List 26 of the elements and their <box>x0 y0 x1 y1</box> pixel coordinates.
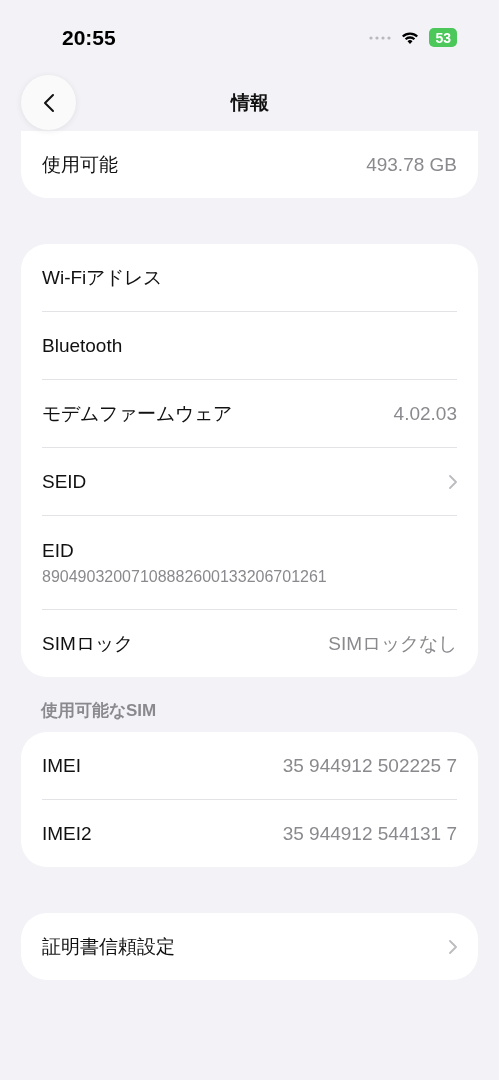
back-icon <box>42 92 55 113</box>
row-value: 35 944912 544131 7 <box>282 822 457 845</box>
row-label: 証明書信頼設定 <box>42 934 175 959</box>
row-value: 89049032007108882600133206701261 <box>42 567 327 586</box>
row-label: 使用可能 <box>42 152 118 177</box>
wifi-icon <box>401 30 420 45</box>
row-label: EID <box>42 539 74 562</box>
chevron-icon[interactable] <box>449 939 457 954</box>
status-time: 20:55 <box>62 25 116 50</box>
row-value: SIMロックなし <box>328 631 457 656</box>
row-label: Wi-Fiアドレス <box>42 265 163 290</box>
row-label: SEID <box>42 470 87 493</box>
row-label: モデムファームウェア <box>42 401 232 426</box>
row-label: Bluetooth <box>42 334 123 357</box>
row-value: 493.78 GB <box>366 153 457 176</box>
battery-level: 53 <box>429 28 457 47</box>
row-label: IMEI2 <box>42 822 92 845</box>
back-button[interactable] <box>21 75 76 130</box>
signal-icon <box>369 35 392 40</box>
row-label: SIMロック <box>42 631 133 656</box>
row-value: 4.02.03 <box>393 402 457 425</box>
row-value: 35 944912 502225 7 <box>282 754 457 777</box>
row-label: IMEI <box>42 754 82 777</box>
page-title: 情報 <box>230 91 269 115</box>
section-header: 使用可能なSIM <box>41 700 158 722</box>
chevron-icon[interactable] <box>449 474 457 489</box>
